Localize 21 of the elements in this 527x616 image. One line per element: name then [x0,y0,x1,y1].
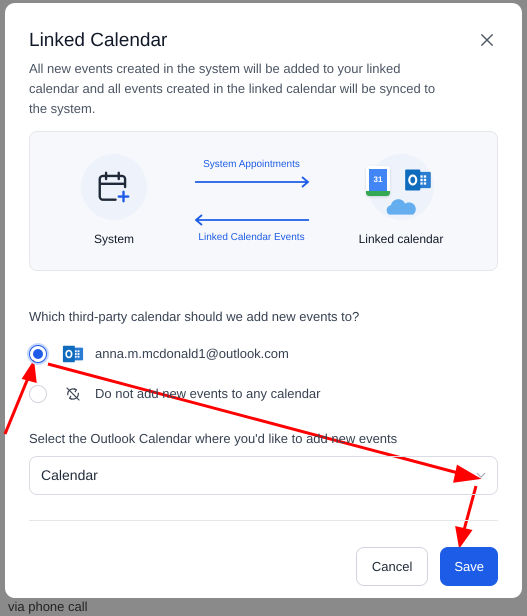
chevron-down-icon [476,472,486,479]
left-arrow-icon [194,214,310,226]
right-arrow-icon [194,176,310,188]
calendar-select[interactable]: Calendar [29,456,498,495]
annotation-arrow [455,486,478,549]
save-button[interactable]: Save [440,547,498,586]
arrow-label: System Appointments [203,158,300,172]
system-label: System [94,231,134,248]
close-icon [480,33,494,47]
google-calendar-icon: 31 [366,166,390,196]
dialog-title: Linked Calendar [29,29,168,53]
arrow-label: Linked Calendar Events [198,231,305,245]
background-text: via phone call [8,599,88,615]
cancel-button[interactable]: Cancel [356,547,428,586]
question-text: Which third-party calendar should we add new events to? [29,308,360,326]
dialog-description: All new events created in the system will be added to your linked calendar and all events created in the linked calendar will be synced to the system. [29,60,436,118]
option-label: anna.m.mcdonald1@outlook.com [95,344,289,363]
linked-calendar-label: Linked calendar [358,231,444,248]
cloud-icon [384,198,418,216]
radio-button[interactable] [29,344,47,362]
sync-off-icon [64,384,82,402]
